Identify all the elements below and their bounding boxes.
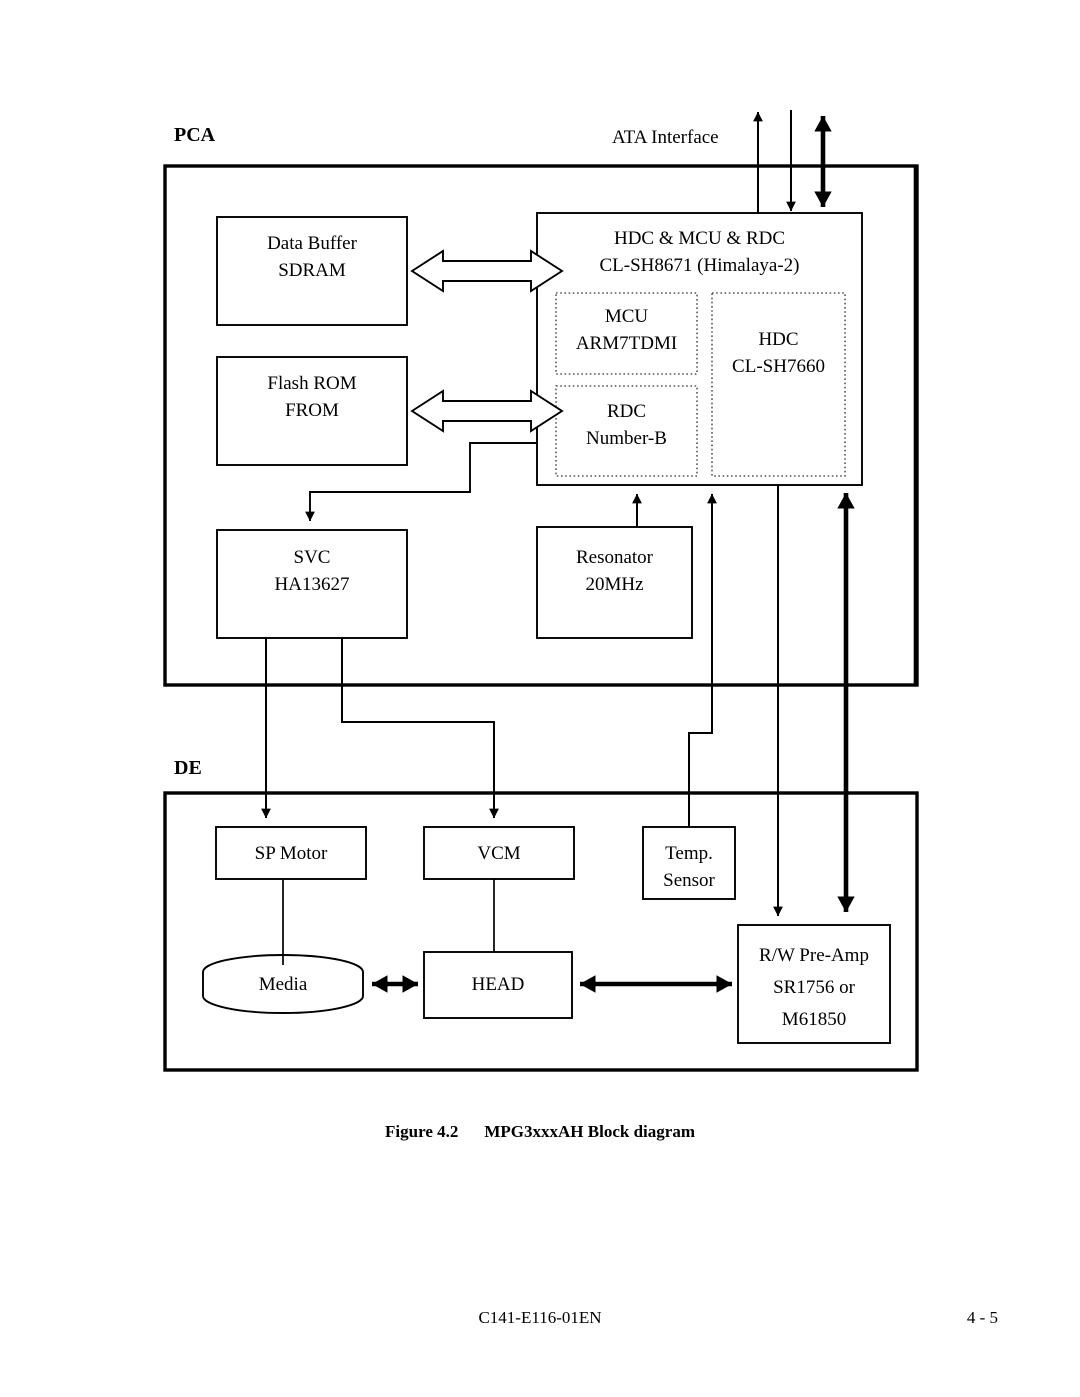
block-vcm[interactable]	[423, 826, 575, 880]
block-resonator[interactable]	[536, 526, 693, 639]
block-temp-sensor[interactable]	[642, 826, 736, 900]
arrow-data-buffer-controller	[410, 249, 564, 293]
block-rw-preamp[interactable]	[737, 924, 891, 1044]
figure-caption: Figure 4.2 MPG3xxxAH Block diagram	[0, 1122, 1080, 1142]
document-id: C141-E116-01EN	[478, 1308, 602, 1327]
block-mcu[interactable]	[555, 292, 698, 375]
page-footer: C141-E116-01EN 4 - 5	[0, 1308, 1080, 1334]
section-label-pca: PCA	[174, 124, 216, 146]
block-diagram-canvas	[163, 110, 919, 1072]
figure-number: Figure 4.2	[385, 1122, 459, 1141]
block-head[interactable]	[423, 951, 573, 1019]
figure-title: MPG3xxxAH Block diagram	[484, 1122, 695, 1141]
page-number: 4 - 5	[966, 1308, 998, 1327]
block-flash-rom[interactable]	[216, 356, 408, 466]
document-page: PCA DE ATA Interface Data Buffer SDRAM F…	[0, 0, 1080, 1397]
block-data-buffer[interactable]	[216, 216, 408, 326]
label-ata-interface: ATA Interface	[612, 127, 719, 148]
block-sp-motor[interactable]	[215, 826, 367, 880]
block-rdc[interactable]	[555, 385, 698, 477]
arrow-flash-rom-controller	[410, 389, 564, 433]
block-hdc[interactable]	[711, 292, 846, 477]
section-label-de: DE	[174, 757, 202, 779]
line-svc-to-vcm	[341, 638, 499, 819]
block-svc[interactable]	[216, 529, 408, 639]
